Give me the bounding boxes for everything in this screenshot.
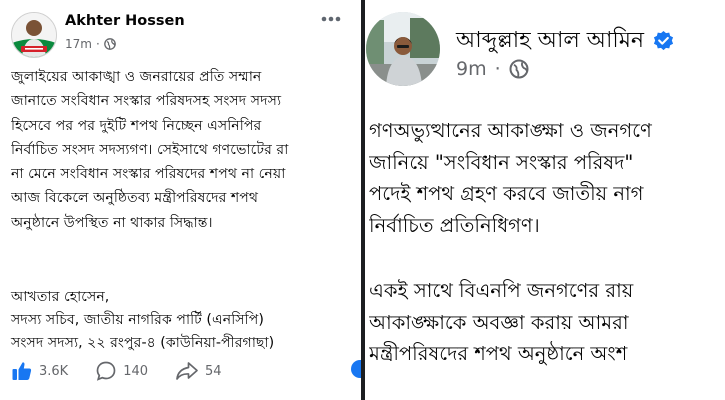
avatar-portrait-icon xyxy=(12,13,56,57)
post-body-line: জুলাইয়ের আকাঙ্খা ও জনরায়ের প্রতি সম্মা… xyxy=(11,69,262,85)
left-post: Akhter Hossen 17m · জুলাইয়ের আকাঙ্খা ও … xyxy=(0,0,361,400)
post-body-line: গণঅভ্যুত্থানের আকাঙ্ক্ষা ও জনগণে xyxy=(369,119,652,142)
author-name[interactable]: Akhter Hossen xyxy=(65,13,185,29)
meta-separator: · xyxy=(95,37,100,51)
post-body-line: জানাতে সংবিধান সংস্কার পরিষদসহ সংসদ সদস্… xyxy=(11,93,282,110)
signature-line: আখতার হোসেন, xyxy=(11,289,110,305)
right-post: আব্দুল্লাহ আল আমিন 9m · গণঅভ্যুত্থানের আ… xyxy=(365,0,725,400)
reaction-badge-icon xyxy=(351,360,361,378)
engagement-bar: 3.6K 140 54 xyxy=(11,359,249,383)
more-horizontal-icon[interactable] xyxy=(318,10,348,28)
signature-line: সদস্য সচিব, জাতীয় নাগরিক পার্টি (এনসিপি… xyxy=(11,312,264,328)
signature-line: সংসদ সদস্য, ২২ রংপুর-৪ (কাউনিয়া-পীরগাছা… xyxy=(11,335,275,351)
post-meta: 9m · xyxy=(456,58,529,80)
post-body-line: হিসেবে পর পর দুইটি শপথ নিচ্ছেন এসনিপির xyxy=(11,117,262,134)
author-name[interactable]: আব্দুল্লাহ আল আমিন xyxy=(456,23,644,60)
share-count: 54 xyxy=(205,363,222,379)
post-body: জুলাইয়ের আকাঙ্খা ও জনরায়ের প্রতি সম্মা… xyxy=(11,65,361,235)
post-signature: আখতার হোসেন, সদস্য সচিব, জাতীয় নাগরিক প… xyxy=(11,286,274,355)
globe-icon xyxy=(103,38,116,50)
post-body-line: জানিয়ে "সংবিধান সংস্কার পরিষদ" xyxy=(369,150,634,174)
post-body-line: পদেই শপথ গ্রহণ করবে জাতীয় নাগ xyxy=(369,182,644,205)
comment-bubble-icon xyxy=(96,361,116,381)
comment-count: 140 xyxy=(123,363,149,379)
verified-badge-icon xyxy=(653,30,674,51)
post-meta: 17m · xyxy=(65,37,116,51)
like-thumb-icon xyxy=(12,362,32,380)
post-body-line: একই সাথে বিএনপি জনগণের রায় xyxy=(369,279,634,302)
post-body-line: না মেনে সংবিধান সংস্কার পরিষদের শপথ না ন… xyxy=(11,166,286,183)
post-body: গণঅভ্যুত্থানের আকাঙ্ক্ষা ও জনগণে জানিয়ে… xyxy=(369,115,725,370)
globe-icon xyxy=(509,59,529,79)
author-avatar[interactable] xyxy=(11,12,57,58)
meta-separator: · xyxy=(494,58,501,80)
share-arrow-icon xyxy=(176,362,198,380)
author-avatar[interactable] xyxy=(366,12,440,86)
post-body-line: মন্ত্রীপরিষদের শপথ অনুষ্ঠানে অংশ xyxy=(369,342,628,365)
author-name-row: আব্দুল্লাহ আল আমিন xyxy=(456,23,675,60)
comment-button[interactable]: 140 xyxy=(95,360,148,382)
post-body-line: নির্বাচিত সংসদ সদস্যগণ। সেইসাথে গণভোটের … xyxy=(11,141,289,158)
post-time[interactable]: 9m xyxy=(456,58,487,80)
post-body-line: অনুষ্ঠানে উপস্থিত না থাকার সিদ্ধান্ত। xyxy=(11,214,213,231)
avatar-portrait-icon xyxy=(366,12,440,86)
post-body-line: আকাঙ্ক্ষাকে অবজ্ঞা করায় আমরা xyxy=(369,310,629,334)
post-time[interactable]: 17m xyxy=(65,37,92,51)
share-button[interactable]: 54 xyxy=(175,360,222,382)
like-count: 3.6K xyxy=(39,363,69,379)
post-body-line: আজ বিকেলে অনুষ্ঠিতব্য মন্ত্রীপরিষদের শপথ xyxy=(11,190,259,207)
like-button[interactable]: 3.6K xyxy=(11,360,68,382)
post-body-line: নির্বাচিত প্রতিনিধিগণ। xyxy=(369,213,540,237)
